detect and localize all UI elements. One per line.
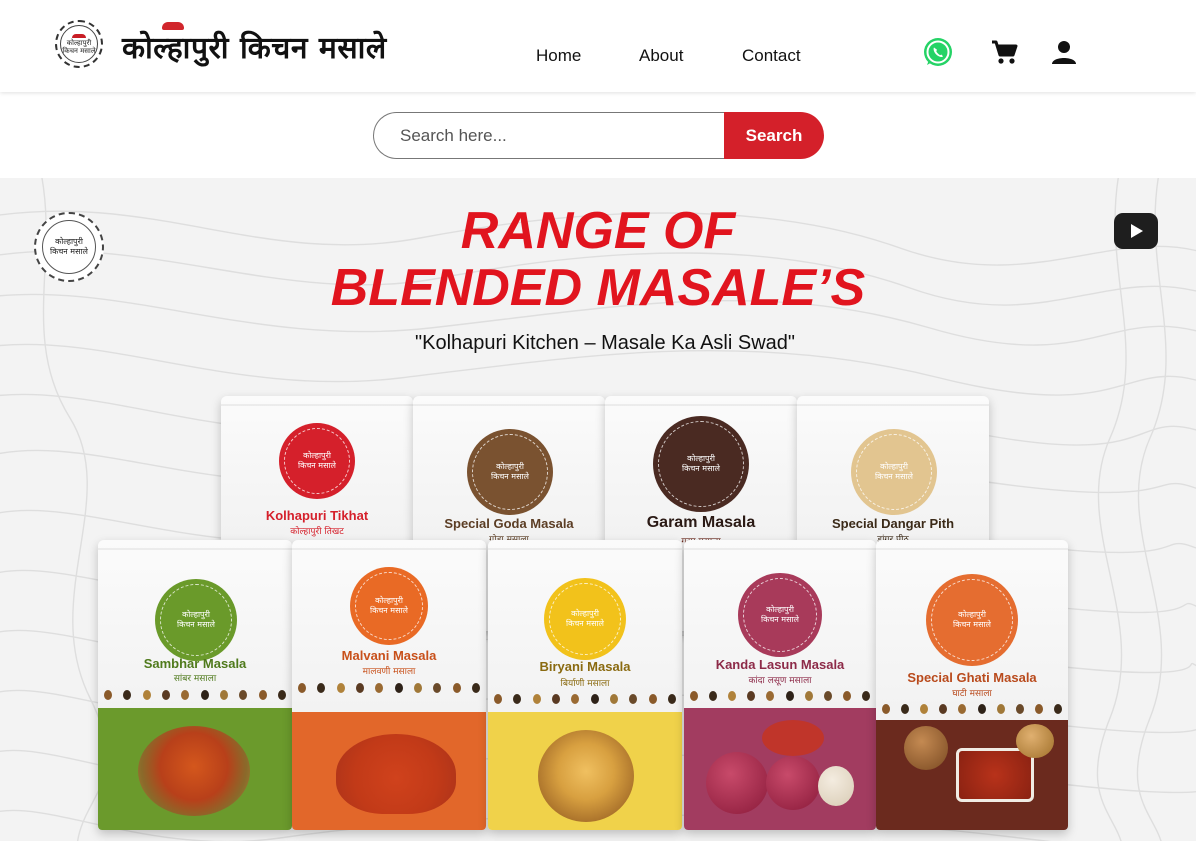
chili-icon [162,22,184,30]
pack-name: Malvani Masala [341,648,437,663]
product-pack-sambhar-masala[interactable]: कोल्हापुरी किचन मसाले Sambhar Masala सां… [98,540,292,830]
badge-line-2: किचन मसाले [177,620,215,629]
pack-badge: कोल्हापुरी किचन मसाले [467,429,553,515]
product-pack-biryani-masala[interactable]: कोल्हापुरी किचन मसाले Biryani Masala बिर… [488,540,682,830]
pack-name: Special Dangar Pith [831,516,955,531]
pack-zip [488,548,682,550]
spice-dots-row [690,689,870,703]
mustache-icon [72,33,86,38]
spice-dots-row [298,681,480,695]
hero-title-line-1: RANGE OF [460,202,736,260]
pack-badge: कोल्हापुरी किचन मसाले [279,423,355,499]
pack-sub: कांदा लसूण मसाला [748,676,812,686]
seal-line-2: किचन मसाले [62,46,96,55]
garlic [818,766,854,806]
search-button[interactable]: Search [724,112,824,159]
pack-name: Biryani Masala [539,659,631,674]
pack-zip [413,404,605,406]
pack-sub: घाटी मसाला [952,689,992,699]
cinnamon [904,726,948,770]
pack-badge: कोल्हापुरी किचन मसाले [653,416,749,512]
spice-powder-mound [336,734,456,814]
pack-image-panel [684,708,876,830]
spice-dots-row [494,692,676,706]
pack-name: Kolhapuri Tikhat [265,508,369,523]
brand-seal-logo[interactable]: कोल्हापुरी किचन मसाले [55,20,103,68]
badge-line-1: कोल्हापुरी [766,605,794,614]
pack-zip [797,404,989,406]
pack-sub: सांबर मसाला [173,674,217,684]
pack-badge: कोल्हापुरी किचन मसाले [544,578,626,660]
onion [706,752,768,814]
brand-wordmark[interactable]: कोल्हापुरी किचन मसाले [122,22,387,67]
badge-line-1: कोल्हापुरी [375,596,403,605]
badge-line-2: किचन मसाले [370,606,408,615]
pack-image-panel [876,720,1068,830]
badge-line-2: किचन मसाले [875,472,913,481]
product-pack-special-ghati-masala[interactable]: कोल्हापुरी किचन मसाले Special Ghati Masa… [876,540,1068,830]
onion [766,756,820,810]
badge-line-1: कोल्हापुरी [687,454,715,463]
pack-name: Kanda Lasun Masala [715,657,845,672]
pack-badge: कोल्हापुरी किचन मसाले [155,579,237,661]
badge-line-2: किचन मसाले [953,620,991,629]
pack-zip [292,548,486,550]
badge-line-1: कोल्हापुरी [496,462,524,471]
pack-badge: कोल्हापुरी किचन मसाले [350,567,428,645]
pack-name: Special Goda Masala [444,516,574,531]
spice-dots-row [882,702,1062,716]
brand-seal-inner: कोल्हापुरी किचन मसाले [60,25,98,63]
pack-image-panel [292,712,486,830]
badge-line-1: कोल्हापुरी [958,610,986,619]
nav-contact[interactable]: Contact [742,46,801,66]
search-bar: Search [373,112,824,159]
pack-name: Garam Masala [646,514,756,531]
search-input[interactable] [373,112,725,159]
spice-bowl [762,720,824,756]
badge-line-1: कोल्हापुरी [571,609,599,618]
pack-zip [221,404,413,406]
pack-sub: बिर्याणी मसाला [560,679,610,689]
brand-wordmark-text: कोल्हापुरी किचन मसाले [122,31,387,66]
seal-line-1: कोल्हापुरी [66,38,92,47]
pack-badge: कोल्हापुरी किचन मसाले [926,574,1018,666]
pack-sub: कोल्हापुरी तिखट [290,527,344,537]
user-icon[interactable] [1048,36,1080,68]
pack-zip [876,548,1068,550]
pack-sub: मालवणी मसाला [362,667,416,677]
badge-line-2: किचन मसाले [491,472,529,481]
product-pack-malvani-masala[interactable]: कोल्हापुरी किचन मसाले Malvani Masala माल… [292,540,486,830]
pack-badge: कोल्हापुरी किचन मसाले [851,429,937,515]
badge-line-1: कोल्हापुरी [182,610,210,619]
pack-name: Sambhar Masala [143,656,247,671]
whatsapp-icon[interactable] [922,36,954,68]
food-bowl [138,726,250,816]
hero-tagline: "Kolhapuri Kitchen – Masale Ka Asli Swad… [415,332,795,354]
nav-home[interactable]: Home [536,46,581,66]
nuts [1016,724,1054,758]
pack-zip [98,548,292,550]
pack-name: Special Ghati Masala [907,670,1037,685]
badge-line-2: किचन मसाले [298,461,336,470]
biryani-bowl [538,730,634,822]
nav-about[interactable]: About [639,46,683,66]
badge-line-1: कोल्हापुरी [303,451,331,460]
product-pack-kanda-lasun-masala[interactable]: कोल्हापुरी किचन मसाले Kanda Lasun Masala… [684,540,876,830]
badge-line-2: किचन मसाले [566,619,604,628]
pack-zip [684,548,876,550]
badge-line-2: किचन मसाले [761,615,799,624]
hero-title-line-2: BLENDED MASALE’S [330,259,866,317]
pack-zip [605,404,797,406]
spice-plate [956,748,1034,802]
hero-banner: कोल्हापुरी किचन मसाले RANGE OF BLENDED M… [0,178,1196,841]
site-header: कोल्हापुरी किचन मसाले कोल्हापुरी किचन मस… [0,0,1196,92]
badge-line-1: कोल्हापुरी [880,462,908,471]
pack-image-panel [488,712,682,830]
pack-image-panel [98,708,292,830]
spice-dots-row [104,688,286,702]
badge-line-2: किचन मसाले [682,464,720,473]
cart-icon[interactable] [988,36,1020,68]
pack-badge: कोल्हापुरी किचन मसाले [738,573,822,657]
